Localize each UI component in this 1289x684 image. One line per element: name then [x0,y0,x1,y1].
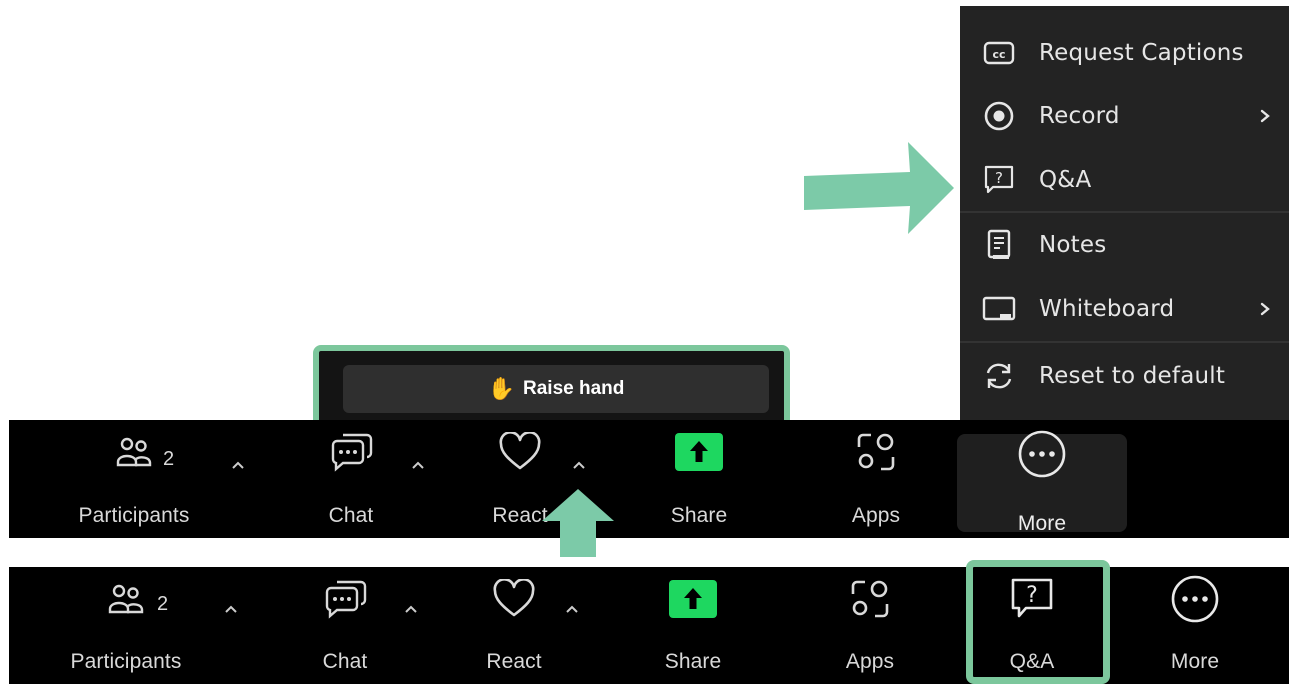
share-button[interactable]: Share [608,567,778,684]
chevron-right-icon [1257,301,1273,317]
menu-item-label: Record [1039,103,1120,129]
react-caret-button[interactable] [561,598,583,620]
menu-item-notes[interactable]: Notes [960,213,1289,277]
whiteboard-icon [982,292,1016,326]
menu-item-whiteboard[interactable]: Whiteboard [960,277,1289,341]
menu-item-reset-to-default[interactable]: Reset to default [960,344,1289,408]
participants-caret-button[interactable] [220,598,242,620]
chat-caret-button[interactable] [407,454,429,476]
more-label: More [1170,650,1220,673]
participants-count: 2 [157,593,169,615]
chevron-right-icon [1257,108,1273,124]
menu-item-label: Whiteboard [1039,296,1175,322]
more-label: More [1017,512,1067,535]
participants-button[interactable]: Participants [41,567,211,684]
arrow-up-icon [542,489,614,557]
share-icon [614,428,784,476]
share-button[interactable]: Share [614,420,784,538]
raise-hand-button[interactable]: ✋ Raise hand [343,365,769,413]
apps-icon [785,575,955,623]
notes-icon [982,228,1016,262]
qa-highlight-box [966,560,1110,684]
record-icon [982,99,1016,133]
menu-item-qa[interactable]: ? Q&A [960,148,1289,212]
more-icon [957,430,1127,478]
menu-divider [960,341,1289,343]
chat-caret-button[interactable] [400,598,422,620]
more-icon [1110,575,1280,623]
participants-caret-button[interactable] [227,454,249,476]
participants-count: 2 [163,448,175,470]
participants-label: Participants [78,504,190,527]
menu-item-record[interactable]: Record [960,84,1289,148]
react-button[interactable]: React [429,567,599,684]
svg-text:cc: cc [992,48,1005,61]
svg-text:?: ? [995,169,1003,187]
menu-item-label: Q&A [1039,167,1092,193]
menu-item-label: Notes [1039,232,1107,258]
raise-hand-popup: ✋ Raise hand [313,345,790,431]
menu-item-label: Request Captions [1039,40,1244,66]
participants-button[interactable]: Participants [49,420,219,538]
toolbar-top: Participants 2 Chat React Share Apps Mor… [9,420,1289,538]
reset-icon [982,359,1016,393]
menu-item-label: Reset to default [1039,363,1226,389]
arrow-right-icon [804,142,954,234]
participants-icon [49,428,219,476]
menu-item-request-captions[interactable]: cc Request Captions [960,21,1289,85]
more-button[interactable]: More [1110,567,1280,684]
react-caret-button[interactable] [568,454,590,476]
more-menu: cc Request Captions Record ? Q&A Notes W… [960,6,1289,420]
apps-icon [791,428,961,476]
participants-icon [41,575,211,623]
more-button[interactable]: More [957,430,1127,535]
qa-icon: ? [982,163,1016,197]
participants-label: Participants [70,650,182,673]
share-icon [608,575,778,623]
raised-hand-icon: ✋ [487,376,516,401]
raise-hand-label: Raise hand [523,378,625,399]
cc-icon: cc [982,36,1016,70]
